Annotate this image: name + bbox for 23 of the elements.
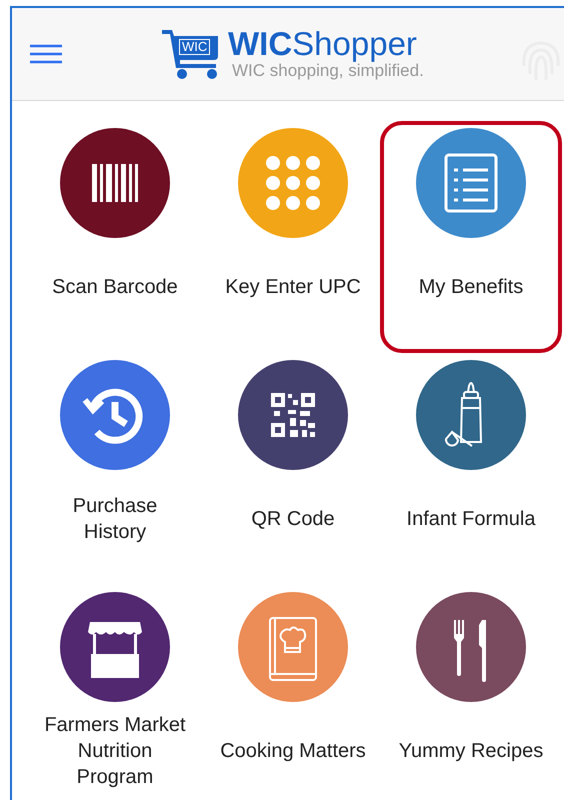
cutlery-icon (454, 620, 486, 682)
keypad-icon (266, 156, 320, 210)
tile-label: Yummy Recipes (398, 739, 544, 764)
cookbook-icon (269, 617, 317, 681)
tile-label: Key Enter UPC (225, 275, 361, 300)
barcode-icon (92, 164, 138, 202)
brand-name: WICShopper (228, 27, 418, 61)
menu-tile[interactable]: My Benefits (380, 121, 562, 353)
tile-label: Scan Barcode (52, 275, 178, 300)
history-icon (82, 388, 143, 444)
tagline: WIC shopping, simplified. (232, 61, 424, 81)
list-icon (444, 154, 498, 212)
tile-label: My Benefits (418, 275, 524, 300)
tile-label: QR Code (251, 507, 335, 532)
bottle-icon (444, 382, 482, 447)
tile-label: Purchase History (72, 494, 158, 545)
menu-icon[interactable] (30, 43, 62, 65)
market-stand-icon (88, 622, 142, 678)
cart-label: WIC (179, 39, 210, 55)
tile-label: Infant Formula (406, 507, 536, 532)
tile-label: Farmers Market Nutrition Program (43, 713, 187, 790)
tile-label: Cooking Matters (220, 739, 366, 764)
qr-code-icon (271, 393, 315, 437)
